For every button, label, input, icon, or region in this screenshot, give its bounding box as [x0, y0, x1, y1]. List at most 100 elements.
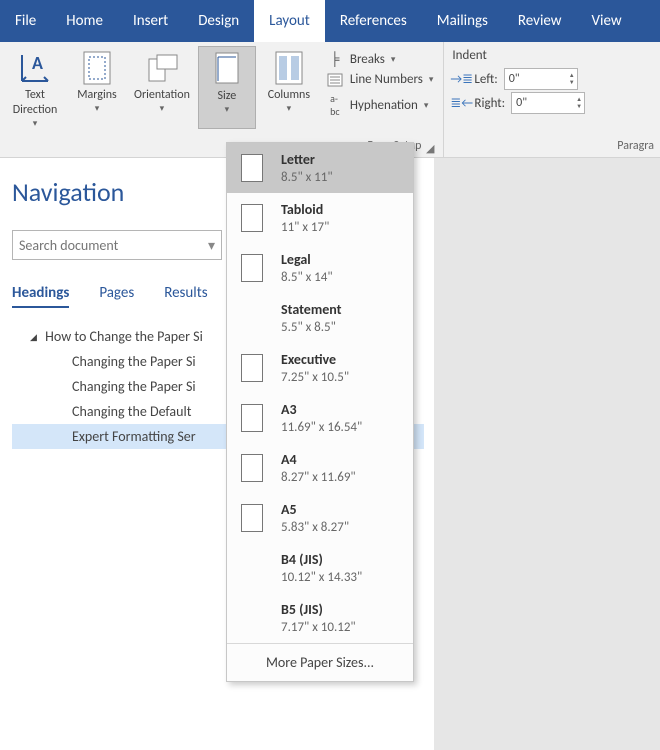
tab-review[interactable]: Review: [503, 0, 577, 42]
margins-icon: [80, 50, 114, 86]
spinner-icon[interactable]: ▲▼: [576, 96, 582, 110]
line-numbers-icon: [326, 73, 344, 87]
tab-references[interactable]: References: [325, 0, 422, 42]
group-page-setup: A TextDirection ▾ Margins ▾: [0, 42, 444, 157]
chevron-down-icon: ▾: [33, 118, 38, 129]
size-option-name: Legal: [281, 251, 333, 268]
size-button[interactable]: Size ▾: [198, 46, 256, 129]
size-option-dim: 8.27" x 11.69": [281, 470, 356, 485]
search-input[interactable]: [19, 237, 208, 254]
size-option-dim: 8.5" x 11": [281, 170, 333, 185]
tab-layout[interactable]: Layout: [254, 0, 325, 42]
indent-header: Indent: [450, 46, 654, 67]
columns-icon: [272, 50, 306, 86]
size-option-name: B5 (JIS): [281, 601, 356, 618]
size-option-dim: 11" x 17": [281, 220, 329, 235]
tab-design[interactable]: Design: [183, 0, 254, 42]
tab-file[interactable]: File: [0, 0, 51, 42]
margins-button[interactable]: Margins ▾: [68, 46, 126, 129]
size-option-name: Tabloid: [281, 201, 329, 218]
chevron-down-icon: ▾: [391, 54, 396, 65]
more-paper-sizes[interactable]: More Paper Sizes...: [227, 643, 413, 681]
size-option-a3[interactable]: A3 11.69" x 16.54": [227, 393, 413, 443]
indent-right-label: Right:: [474, 96, 505, 111]
menubar: File Home Insert Design Layout Reference…: [0, 0, 660, 42]
search-dropdown-icon[interactable]: ▾: [208, 237, 215, 254]
size-option-letter[interactable]: Letter8.5" x 11": [227, 143, 413, 193]
size-dropdown-menu: Letter8.5" x 11" Tabloid 11" x 17" Legal 8.5…: [226, 142, 414, 682]
size-option-statement[interactable]: Statement 5.5" x 8.5": [227, 293, 413, 343]
text-direction-button[interactable]: A TextDirection ▾: [6, 46, 64, 129]
size-option-tabloid[interactable]: Tabloid 11" x 17": [227, 193, 413, 243]
tab-insert[interactable]: Insert: [118, 0, 183, 42]
size-option-name: Executive: [281, 351, 349, 368]
nav-tab-headings[interactable]: Headings: [12, 284, 69, 308]
indent-left-label: Left:: [474, 72, 497, 87]
hyphenation-button[interactable]: a-bc Hyphenation ▾: [322, 91, 438, 119]
indent-right-icon: ≣←: [450, 96, 468, 111]
size-option-dim: 11.69" x 16.54": [281, 420, 362, 435]
chevron-down-icon: ▾: [160, 103, 165, 114]
text-direction-label: TextDirection: [13, 88, 58, 118]
nav-tab-pages[interactable]: Pages: [99, 284, 134, 308]
hyphenation-icon: a-bc: [326, 92, 344, 118]
size-option-legal[interactable]: Legal 8.5" x 14": [227, 243, 413, 293]
size-icon: [210, 51, 244, 87]
document-area[interactable]: [434, 158, 660, 750]
line-numbers-label: Line Numbers: [350, 72, 423, 87]
size-label: Size: [218, 89, 237, 104]
page-thumb-icon: [241, 504, 263, 532]
size-option-executive[interactable]: Executive 7.25" x 10.5": [227, 343, 413, 393]
indent-left-value: 0": [509, 72, 520, 86]
hyphenation-label: Hyphenation: [350, 98, 418, 113]
indent-left-input[interactable]: 0" ▲▼: [504, 68, 578, 90]
size-option-name: A5: [281, 501, 349, 518]
chevron-down-icon: ▾: [225, 104, 230, 115]
breaks-icon: ╞: [326, 51, 344, 67]
columns-button[interactable]: Columns ▾: [260, 46, 318, 129]
text-direction-icon: A: [18, 50, 52, 86]
margins-label: Margins: [77, 88, 116, 103]
tab-mailings[interactable]: Mailings: [422, 0, 503, 42]
tab-home[interactable]: Home: [51, 0, 118, 42]
indent-right-input[interactable]: 0" ▲▼: [511, 92, 585, 114]
orientation-label: Orientation: [134, 88, 190, 103]
size-option-name: A3: [281, 401, 362, 418]
indent-right-value: 0": [516, 96, 527, 110]
size-option-b4-jis-[interactable]: B4 (JIS) 10.12" x 14.33": [227, 543, 413, 593]
outline-root-label: How to Change the Paper Si: [45, 328, 203, 345]
nav-tab-results[interactable]: Results: [164, 284, 207, 308]
size-option-a5[interactable]: A5 5.83" x 8.27": [227, 493, 413, 543]
chevron-down-icon: ▾: [287, 103, 292, 114]
page-thumb-icon: [241, 254, 263, 282]
orientation-button[interactable]: Orientation ▾: [130, 46, 194, 129]
page-thumb-icon: [241, 404, 263, 432]
ribbon: A TextDirection ▾ Margins ▾: [0, 42, 660, 158]
collapse-icon[interactable]: ◢: [30, 332, 42, 343]
indent-left-icon: →≣: [450, 72, 468, 87]
size-option-name: A4: [281, 451, 356, 468]
size-option-a4[interactable]: A4 8.27" x 11.69": [227, 443, 413, 493]
size-option-name: B4 (JIS): [281, 551, 362, 568]
spinner-icon[interactable]: ▲▼: [569, 72, 575, 86]
size-option-dim: 10.12" x 14.33": [281, 570, 362, 585]
size-option-b5-jis-[interactable]: B5 (JIS)7.17" x 10.12": [227, 593, 413, 643]
orientation-icon: [145, 50, 179, 86]
size-option-dim: 8.5" x 14": [281, 270, 333, 285]
breaks-button[interactable]: ╞ Breaks ▾: [322, 50, 438, 68]
size-option-dim: 5.83" x 8.27": [281, 520, 349, 535]
breaks-label: Breaks: [350, 52, 385, 67]
group-paragraph: Indent →≣ Left: 0" ▲▼ ≣← Right: 0" ▲▼ Pa…: [444, 42, 660, 157]
chevron-down-icon: ▾: [95, 103, 100, 114]
size-option-dim: 5.5" x 8.5": [281, 320, 342, 335]
page-thumb-icon: [241, 354, 263, 382]
line-numbers-button[interactable]: Line Numbers ▾: [322, 71, 438, 88]
page-setup-dialog-launcher[interactable]: ◢: [422, 142, 434, 154]
size-option-name: Statement: [281, 301, 342, 318]
chevron-down-icon: ▾: [424, 100, 429, 111]
tab-view[interactable]: View: [577, 0, 637, 42]
search-document-box[interactable]: ▾: [12, 230, 222, 260]
size-option-dim: 7.25" x 10.5": [281, 370, 349, 385]
columns-label: Columns: [268, 88, 310, 103]
paragraph-group-label: Paragra: [450, 139, 654, 155]
